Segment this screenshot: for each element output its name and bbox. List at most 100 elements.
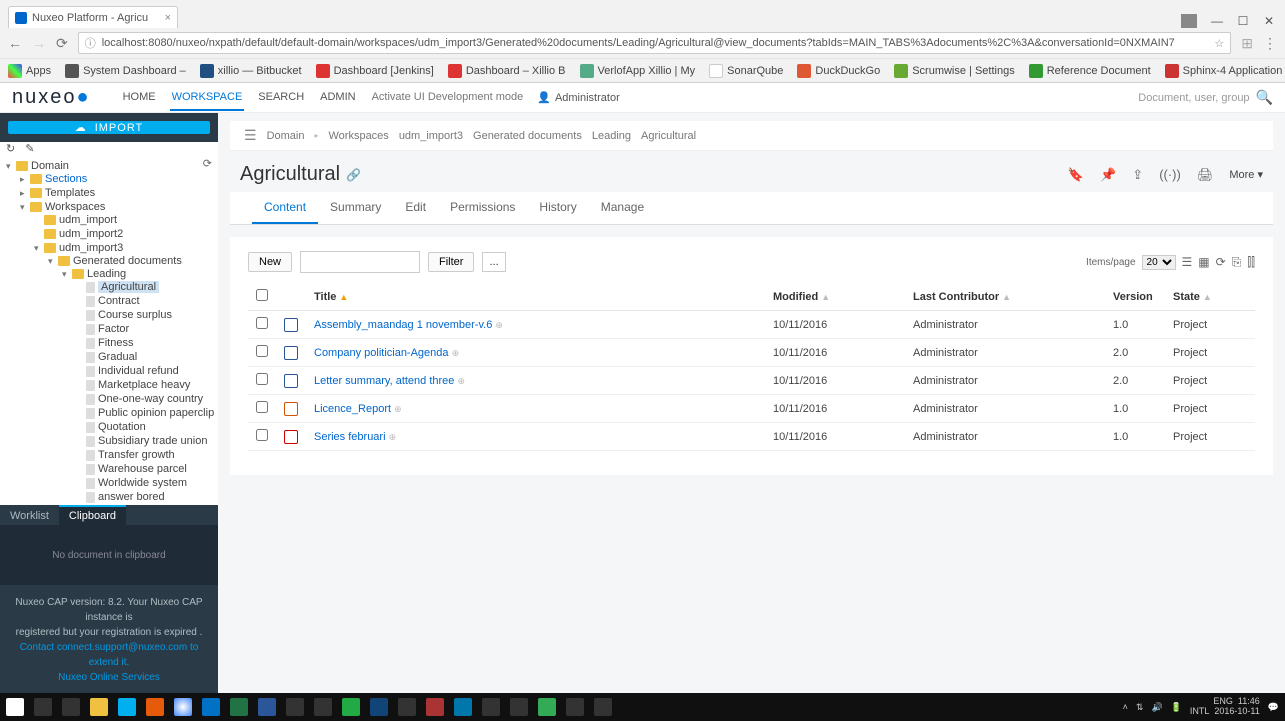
- tree-node[interactable]: ▾LeadingAgriculturalContractCourse surpl…: [62, 267, 216, 505]
- print-icon[interactable]: 🖨: [1197, 167, 1214, 183]
- add-tag-icon[interactable]: ⊕: [457, 376, 465, 386]
- doc-title-link[interactable]: Letter summary, attend three: [314, 375, 454, 387]
- tab-edit[interactable]: Edit: [393, 192, 438, 224]
- filter-input[interactable]: [300, 251, 420, 273]
- app-icon[interactable]: [342, 698, 360, 716]
- tree-node[interactable]: compact: [76, 504, 216, 505]
- new-button[interactable]: New: [248, 252, 292, 272]
- word-icon[interactable]: [258, 698, 276, 716]
- tree-node[interactable]: Quotation: [76, 420, 216, 434]
- tray-battery-icon[interactable]: 🔋: [1171, 702, 1182, 713]
- tree-node[interactable]: ▾Generated documents▾LeadingAgricultural…: [48, 254, 216, 505]
- tab-manage[interactable]: Manage: [589, 192, 656, 224]
- tree-node[interactable]: Individual refund: [76, 364, 216, 378]
- nav-search[interactable]: SEARCH: [256, 85, 306, 111]
- tree-node[interactable]: Public opinion paperclip: [76, 406, 216, 420]
- doc-title-link[interactable]: Licence_Report: [314, 403, 391, 415]
- tree-node[interactable]: udm_import2: [34, 227, 216, 241]
- row-checkbox[interactable]: [256, 317, 268, 329]
- outlook-icon[interactable]: [202, 698, 220, 716]
- table-row[interactable]: Assembly_maandag 1 november-v.6 ⊕ 10/11/…: [248, 311, 1255, 339]
- breadcrumb-item[interactable]: Leading: [592, 130, 631, 142]
- lock-icon[interactable]: 🔖: [1068, 167, 1084, 183]
- reload-icon[interactable]: ⟳: [56, 35, 68, 52]
- close-window-icon[interactable]: ✕: [1263, 15, 1275, 27]
- tree-refresh-icon[interactable]: ⟳: [203, 157, 212, 170]
- add-tag-icon[interactable]: ⊕: [389, 432, 397, 442]
- tree-node[interactable]: Agricultural: [76, 280, 216, 294]
- tree-node[interactable]: answer bored: [76, 490, 216, 504]
- table-row[interactable]: Company politician-Agenda ⊕ 10/11/2016 A…: [248, 339, 1255, 367]
- row-checkbox[interactable]: [256, 345, 268, 357]
- tree-reload-icon[interactable]: ↻: [6, 142, 15, 155]
- app-icon[interactable]: [538, 698, 556, 716]
- tree-node[interactable]: Marketplace heavy: [76, 378, 216, 392]
- site-info-icon[interactable]: ⓘ: [85, 35, 96, 51]
- row-checkbox[interactable]: [256, 429, 268, 441]
- maximize-icon[interactable]: ☐: [1237, 15, 1249, 27]
- extensions-icon[interactable]: ⊞: [1241, 35, 1253, 52]
- add-tag-icon[interactable]: ⊕: [495, 320, 503, 330]
- tab-permissions[interactable]: Permissions: [438, 192, 527, 224]
- bookmark-item[interactable]: Scrumwise | Settings: [894, 64, 1015, 78]
- app-icon[interactable]: [510, 698, 528, 716]
- address-bar[interactable]: ⓘ localhost:8080/nuxeo/nxpath/default/de…: [78, 32, 1232, 54]
- bookmark-item[interactable]: System Dashboard –: [65, 64, 186, 78]
- permalink-icon[interactable]: 🔗: [346, 168, 361, 182]
- tray-volume-icon[interactable]: 🔊: [1151, 702, 1162, 713]
- logo[interactable]: nuxeo●: [12, 86, 91, 109]
- add-tag-icon[interactable]: ⊕: [452, 348, 460, 358]
- nav-workspace[interactable]: WORKSPACE: [170, 85, 245, 111]
- col-contributor[interactable]: Last Contributor▲: [905, 283, 1105, 311]
- col-version[interactable]: Version: [1105, 283, 1165, 311]
- worklist-tab[interactable]: Worklist: [0, 507, 59, 525]
- col-state[interactable]: State▲: [1165, 283, 1255, 311]
- app-icon[interactable]: [398, 698, 416, 716]
- tree-node[interactable]: Course surplus: [76, 308, 216, 322]
- chrome-icon[interactable]: [174, 698, 192, 716]
- doc-title-link[interactable]: Company politician-Agenda: [314, 347, 449, 359]
- table-row[interactable]: Licence_Report ⊕ 10/11/2016 Administrato…: [248, 395, 1255, 423]
- search-taskbar-icon[interactable]: [34, 698, 52, 716]
- app-icon[interactable]: [482, 698, 500, 716]
- tray-up-icon[interactable]: ˄: [1123, 702, 1128, 712]
- app-icon[interactable]: [566, 698, 584, 716]
- add-tag-icon[interactable]: ⊕: [394, 404, 402, 414]
- menu-icon[interactable]: ⋮: [1263, 35, 1277, 52]
- more-filters-button[interactable]: ...: [482, 252, 505, 272]
- firefox-icon[interactable]: [146, 698, 164, 716]
- list-view-icon[interactable]: ☰: [1182, 255, 1193, 269]
- col-title[interactable]: Title▲: [306, 283, 765, 311]
- more-menu[interactable]: More ▾: [1229, 168, 1263, 181]
- app-icon[interactable]: [594, 698, 612, 716]
- tray-clock[interactable]: ENG 11:46 INTL 2016-10-11: [1190, 697, 1260, 717]
- nav-home[interactable]: HOME: [121, 85, 158, 111]
- refresh-list-icon[interactable]: ⟳: [1216, 255, 1226, 269]
- grid-view-icon[interactable]: ▦: [1198, 255, 1209, 269]
- tree-root[interactable]: ▾Domain▸Sections▸Templates▾Workspacesudm…: [6, 159, 216, 505]
- tree-node[interactable]: Gradual: [76, 350, 216, 364]
- bookmark-item[interactable]: Reference Document: [1029, 64, 1151, 78]
- tree-node[interactable]: Transfer growth: [76, 448, 216, 462]
- tab-history[interactable]: History: [527, 192, 588, 224]
- breadcrumb-item[interactable]: Domain: [267, 130, 305, 142]
- user-badge-icon[interactable]: [1181, 14, 1197, 28]
- tab-close-icon[interactable]: ×: [165, 12, 171, 24]
- items-per-page-select[interactable]: 20: [1142, 255, 1176, 270]
- tree-node[interactable]: Factor: [76, 322, 216, 336]
- tree-node[interactable]: ▸Templates: [20, 186, 216, 200]
- breadcrumb-item[interactable]: Workspaces: [328, 130, 388, 142]
- app-icon[interactable]: [286, 698, 304, 716]
- nav-dev-mode[interactable]: Activate UI Development mode: [370, 85, 526, 111]
- breadcrumb-item[interactable]: udm_import3: [399, 130, 463, 142]
- tab-content[interactable]: Content: [252, 192, 318, 224]
- explorer-icon[interactable]: [90, 698, 108, 716]
- doc-title-link[interactable]: Assembly_maandag 1 november-v.6: [314, 319, 492, 331]
- start-icon[interactable]: [6, 698, 24, 716]
- bookmark-item[interactable]: Dashboard [Jenkins]: [316, 64, 434, 78]
- subscribe-icon[interactable]: ((·)): [1159, 167, 1181, 182]
- app-icon[interactable]: [454, 698, 472, 716]
- browser-tab[interactable]: Nuxeo Platform - Agricu ×: [8, 6, 178, 28]
- select-all-checkbox[interactable]: [256, 289, 268, 301]
- search-icon[interactable]: 🔍: [1256, 89, 1273, 106]
